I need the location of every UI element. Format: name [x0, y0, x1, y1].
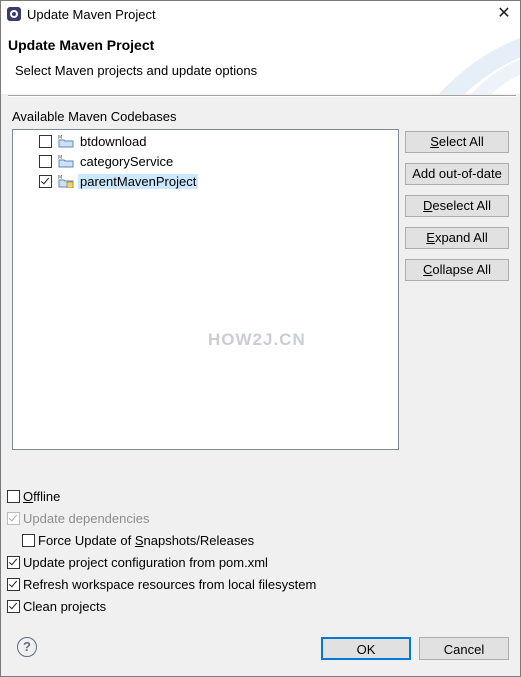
window-title: Update Maven Project: [27, 7, 156, 22]
update-dependencies-checkbox: [7, 511, 20, 525]
force-update-mnemonic: S: [134, 532, 144, 548]
update-dependencies-label: Update dependencies: [23, 510, 150, 526]
expand-all-button[interactable]: Expand All: [405, 227, 509, 249]
expand-all-label: xpand All: [434, 230, 488, 245]
tree-item-parentmavenproject[interactable]: M parentMavenProject: [39, 172, 199, 190]
maven-parent-project-icon: M: [58, 174, 74, 189]
update-maven-project-dialog: Update Maven Project ✕ Update Maven Proj…: [0, 0, 521, 677]
maven-project-folder-icon: M: [58, 154, 74, 168]
update-dependencies-option: Update dependencies: [7, 509, 150, 527]
offline-label: Offline: [23, 489, 60, 504]
tree-item-label: btdownload: [80, 133, 147, 149]
add-out-of-date-button[interactable]: Add out-of-date: [405, 163, 509, 185]
collapse-all-button[interactable]: Collapse All: [405, 259, 509, 281]
offline-option[interactable]: Offline: [7, 487, 60, 505]
banner-subtitle: Select Maven projects and update options: [15, 63, 258, 78]
tree-item-checkbox[interactable]: [39, 134, 52, 148]
deselect-all-label: eselect All: [432, 198, 491, 213]
select-all-label: elect All: [438, 134, 484, 149]
refresh-workspace-option[interactable]: Refresh workspace resources from local f…: [7, 575, 316, 593]
banner-decoration: [438, 38, 520, 94]
offline-checkbox[interactable]: [7, 489, 20, 503]
force-update-rest: napshots/Releases: [143, 532, 255, 548]
watermark-text: HOW2J.CN: [208, 330, 306, 349]
tree-item-label: categoryService: [80, 153, 174, 169]
force-update-option[interactable]: Force Update of Snapshots/Releases: [22, 531, 254, 549]
update-config-label: Update project configuration from pom.xm…: [23, 554, 268, 570]
force-update-checkbox[interactable]: [22, 533, 35, 547]
codebases-label: Available Maven Codebases: [12, 109, 177, 124]
force-update-pre: Force Update of: [38, 532, 135, 548]
refresh-workspace-checkbox[interactable]: [7, 577, 20, 591]
help-icon[interactable]: ?: [17, 637, 37, 657]
select-all-button[interactable]: Select All: [405, 131, 509, 153]
eclipse-icon: [7, 7, 21, 21]
title-bar[interactable]: Update Maven Project ✕: [1, 1, 520, 28]
tree-item-checkbox[interactable]: [39, 154, 52, 168]
clean-projects-checkbox[interactable]: [7, 599, 20, 613]
tree-item-categoryservice[interactable]: M categoryService: [39, 152, 175, 170]
codebases-tree[interactable]: M btdownload M categoryService M parentM…: [12, 129, 399, 450]
tree-item-checkbox[interactable]: [39, 174, 52, 188]
update-config-option[interactable]: Update project configuration from pom.xm…: [7, 553, 268, 571]
collapse-all-mnemonic: C: [423, 262, 433, 277]
tree-item-label: parentMavenProject: [78, 173, 199, 189]
banner-separator: [8, 95, 516, 97]
update-config-checkbox[interactable]: [7, 555, 20, 569]
clean-projects-label: Clean projects: [23, 598, 107, 614]
tree-item-btdownload[interactable]: M btdownload: [39, 132, 149, 150]
collapse-all-label: ollapse All: [432, 262, 491, 277]
ok-button[interactable]: OK: [321, 637, 411, 660]
cancel-button[interactable]: Cancel: [419, 637, 509, 660]
deselect-all-mnemonic: D: [423, 198, 433, 213]
expand-all-mnemonic: E: [426, 230, 435, 245]
offline-rest: ffline: [33, 488, 61, 504]
dialog-banner: Update Maven Project Select Maven projec…: [1, 28, 520, 94]
offline-mnemonic: O: [23, 488, 34, 504]
deselect-all-button[interactable]: Deselect All: [405, 195, 509, 217]
force-update-label: Force Update of Snapshots/Releases: [38, 533, 254, 548]
banner-title: Update Maven Project: [8, 37, 155, 53]
select-all-mnemonic: S: [430, 134, 439, 149]
refresh-workspace-label: Refresh workspace resources from local f…: [23, 576, 317, 592]
close-icon[interactable]: ✕: [494, 5, 514, 23]
maven-project-folder-icon: M: [58, 134, 74, 148]
clean-projects-option[interactable]: Clean projects: [7, 597, 106, 615]
